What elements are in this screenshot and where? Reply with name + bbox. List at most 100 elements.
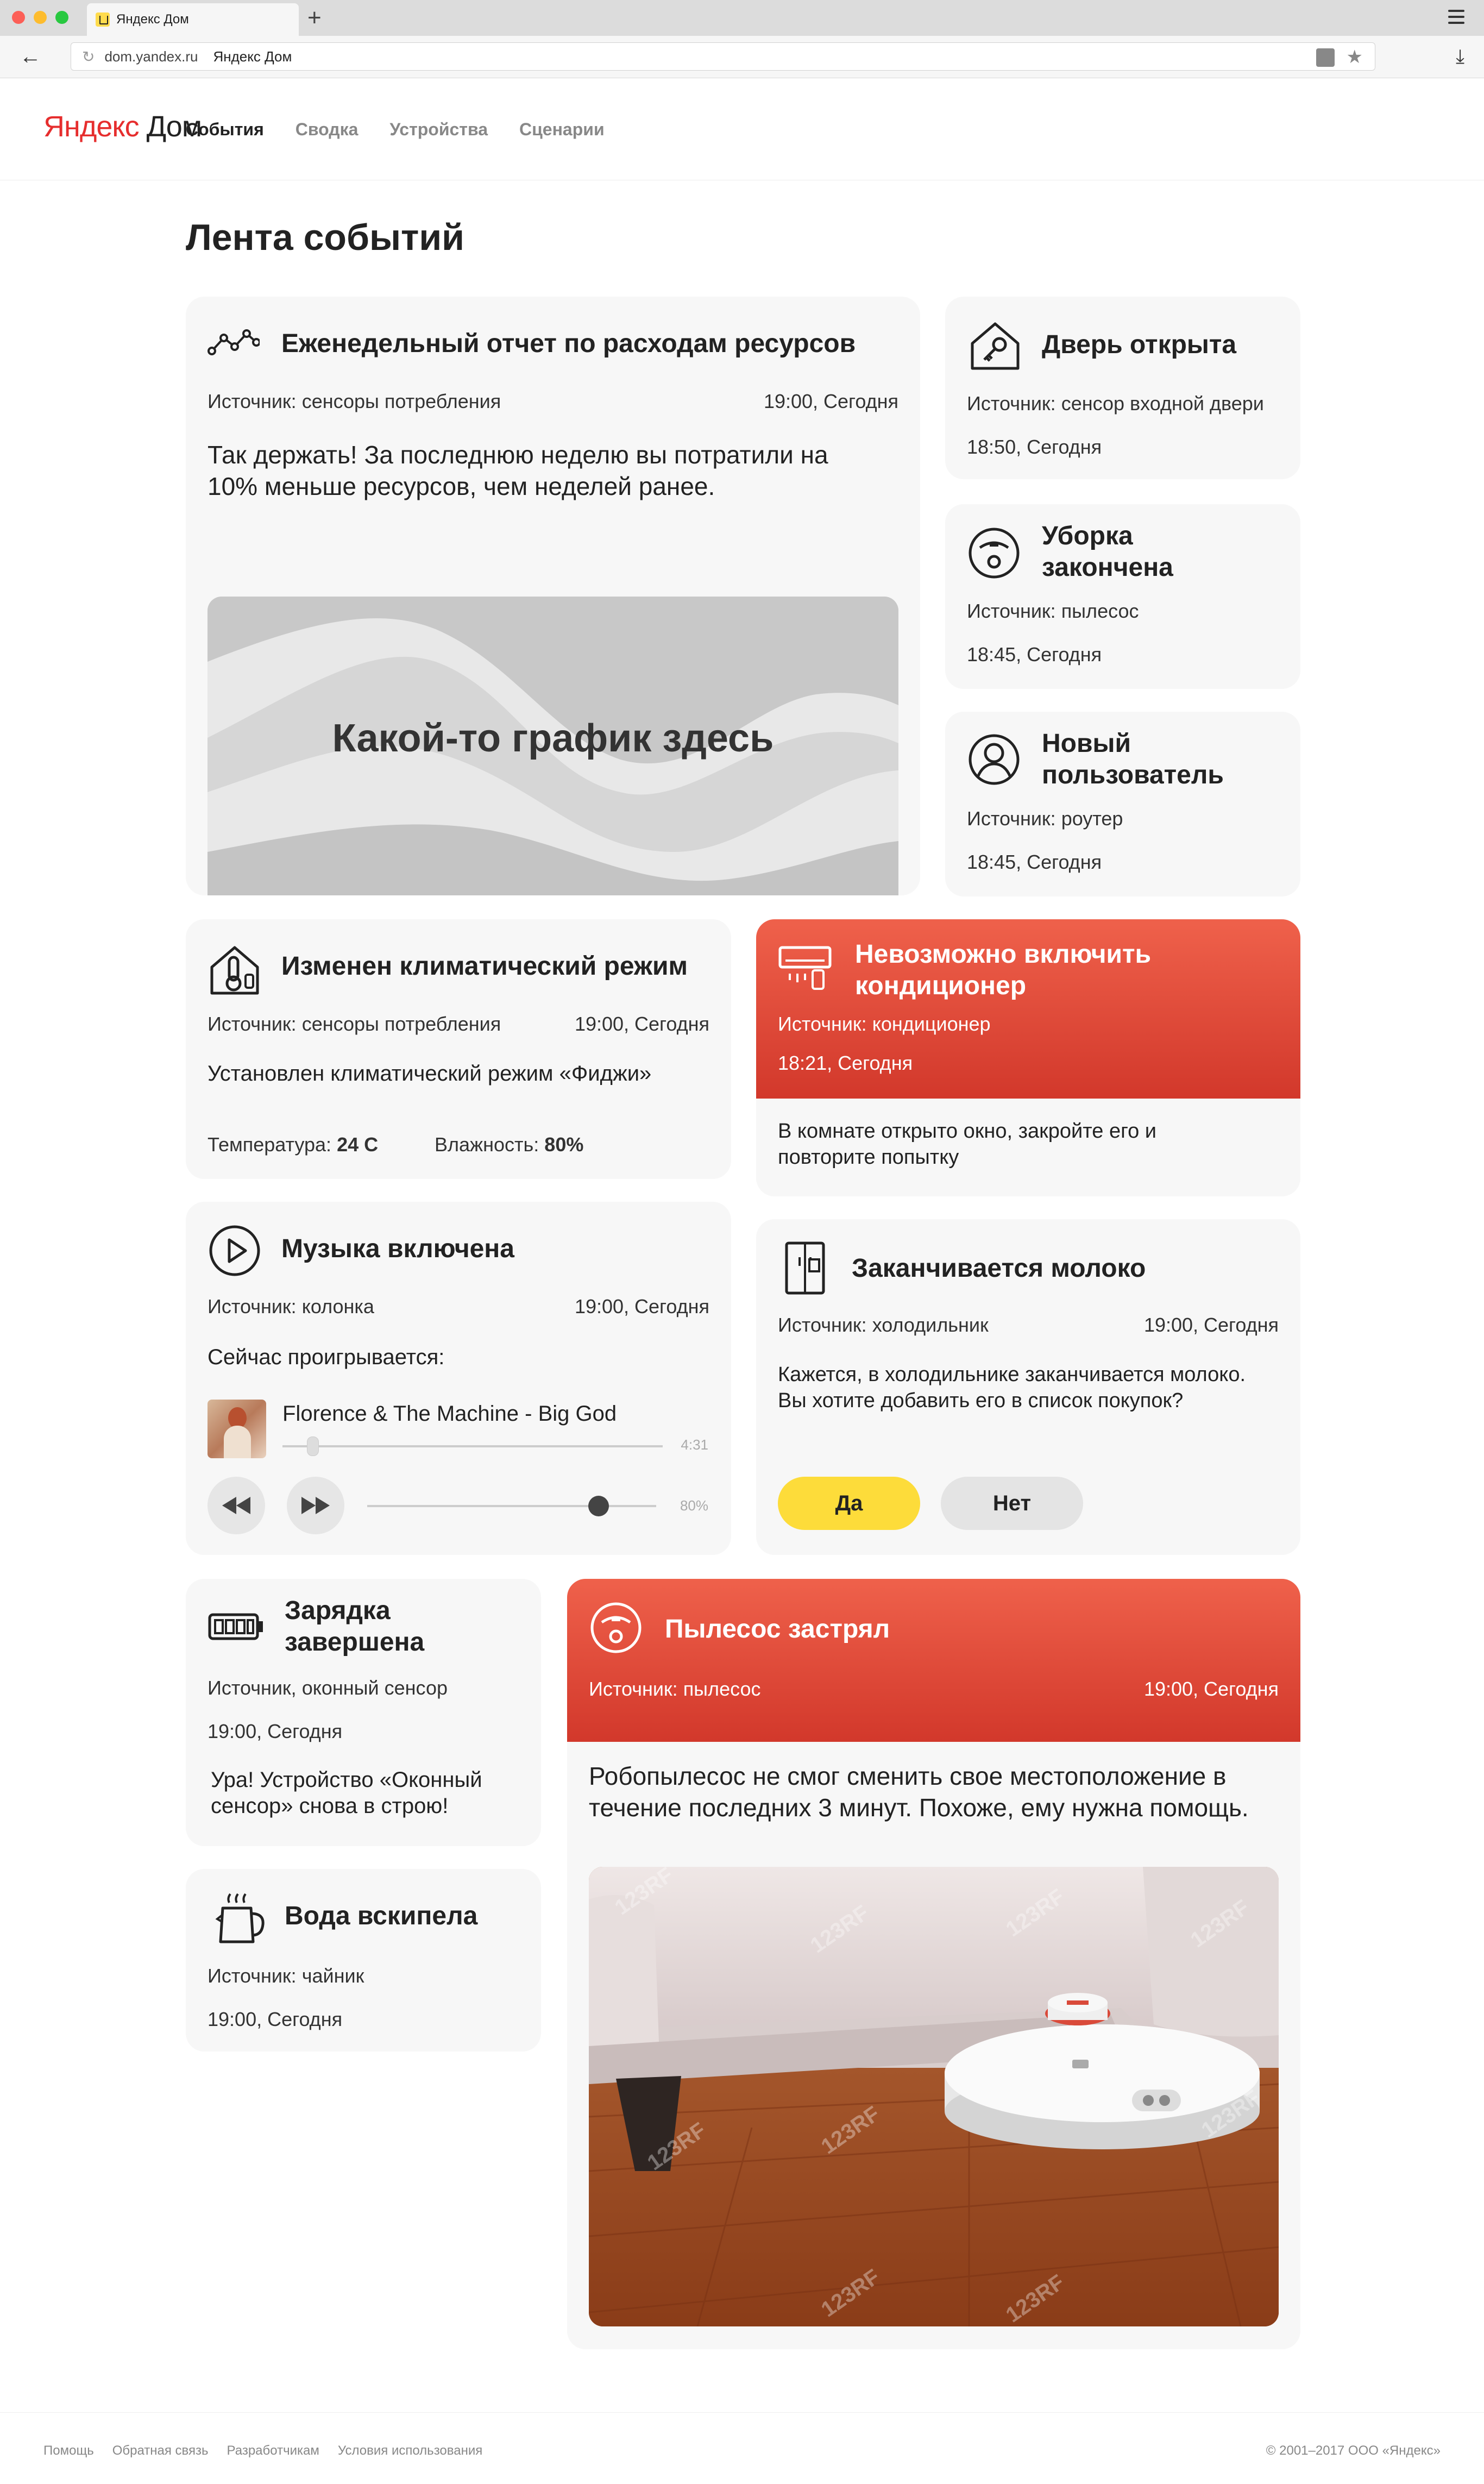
footer-link-developers[interactable]: Разработчикам: [227, 2443, 319, 2458]
temperature-readout: Температура: 24 C: [207, 1133, 378, 1156]
volume-slider[interactable]: [367, 1496, 656, 1516]
address-bar[interactable]: ↻ dom.yandex.ru Яндекс Дом ★: [71, 42, 1375, 71]
card-time: 18:45, Сегодня: [967, 851, 1102, 873]
user-icon: [967, 732, 1021, 787]
track-duration: 4:31: [681, 1437, 708, 1453]
card-source: Источник: кондиционер: [778, 1013, 991, 1035]
humidity-readout: Влажность: 80%: [435, 1133, 583, 1156]
hamburger-menu-icon[interactable]: [1448, 10, 1464, 24]
card-source: Источник: чайник: [207, 1965, 364, 1987]
card-title: Еженедельный отчет по расходам ресурсов: [281, 329, 856, 358]
vacuum-stuck-card[interactable]: Пылесос застрял Источник: пылесос 19:00,…: [567, 1579, 1300, 2349]
download-icon[interactable]: ⤓: [1456, 43, 1464, 70]
card-title: Зарядка завершена: [285, 1596, 425, 1657]
kettle-card[interactable]: Вода вскипела Источник: чайник 19:00, Се…: [186, 1869, 541, 2052]
footer-link-help[interactable]: Помощь: [43, 2443, 94, 2458]
footer-link-feedback[interactable]: Обратная связь: [112, 2443, 209, 2458]
card-time: 19:00, Сегодня: [207, 2008, 343, 2030]
bookmark-star-icon[interactable]: ★: [1347, 46, 1363, 68]
card-time: 19:00, Сегодня: [207, 1720, 343, 1742]
back-arrow-icon[interactable]: ←: [20, 43, 41, 70]
maximize-window-button[interactable]: [55, 11, 68, 24]
close-window-button[interactable]: [12, 11, 25, 24]
nav-item-devices[interactable]: Устройства: [389, 120, 488, 140]
card-text: Так держать! За последнюю неделю вы потр…: [207, 441, 828, 500]
stuck-vacuum-photo: 123RF 123RF 123RF 123RF 123RF 123RF 123R…: [589, 1867, 1279, 2326]
ac-error-card[interactable]: Невозможно включить кондиционер Источник…: [756, 919, 1300, 1196]
track-title: Florence & The Machine - Big God: [282, 1402, 617, 1426]
main-nav: События Сводка Устройства Сценарии: [186, 120, 605, 140]
card-time: 18:50, Сегодня: [967, 436, 1102, 458]
house-key-icon: [967, 319, 1023, 372]
volume-slider-thumb[interactable]: [588, 1496, 609, 1516]
rewind-button[interactable]: [207, 1477, 265, 1534]
fridge-icon: [783, 1241, 827, 1295]
kettle-icon: [213, 1891, 267, 1945]
house-thermometer-icon: [207, 944, 262, 996]
tab-title: Яндекс Дом: [116, 12, 189, 27]
air-conditioner-icon: [778, 943, 832, 992]
card-title: Уборка закончена: [1042, 522, 1173, 582]
footer-links: Помощь Обратная связь Разработчикам Усло…: [43, 2443, 482, 2458]
card-time: 18:45, Сегодня: [967, 643, 1102, 666]
minimize-window-button[interactable]: [34, 11, 47, 24]
card-time: 19:00, Сегодня: [1143, 1314, 1279, 1336]
page-title: Лента событий: [186, 217, 464, 258]
battery-full-icon: [207, 1611, 264, 1642]
card-time: 19:00, Сегодня: [1143, 1678, 1279, 1700]
card-source: Источник: холодильник: [778, 1314, 989, 1336]
yes-button[interactable]: Да: [778, 1477, 920, 1530]
lock-icon[interactable]: [1316, 48, 1335, 67]
temperature-value: 24 C: [337, 1133, 379, 1156]
card-time: 18:21, Сегодня: [778, 1052, 913, 1074]
nav-item-scenarios[interactable]: Сценарии: [519, 120, 605, 140]
temperature-label: Температура:: [207, 1133, 332, 1156]
card-source: Источник: пылесос: [967, 600, 1139, 622]
new-user-card[interactable]: Новый пользователь Источник: роутер 18:4…: [945, 712, 1300, 896]
music-card[interactable]: Музыка включена Источник: колонка 19:00,…: [186, 1202, 731, 1555]
card-source: Источник: пылесос: [589, 1678, 761, 1700]
nav-item-summary[interactable]: Сводка: [295, 120, 359, 140]
charging-done-card[interactable]: Зарядка завершена Источник, оконный сенс…: [186, 1579, 541, 1846]
card-title: Музыка включена: [281, 1234, 514, 1263]
card-time: 19:00, Сегодня: [763, 390, 898, 412]
card-time: 19:00, Сегодня: [574, 1013, 709, 1035]
humidity-label: Влажность:: [435, 1133, 539, 1156]
reload-icon[interactable]: ↻: [82, 48, 95, 66]
cleaning-done-card[interactable]: Уборка закончена Источник: пылесос 18:45…: [945, 504, 1300, 689]
footer-link-terms[interactable]: Условия использования: [338, 2443, 482, 2458]
nav-item-events[interactable]: События: [186, 120, 264, 140]
site-footer: Помощь Обратная связь Разработчикам Усло…: [0, 2412, 1484, 2484]
door-open-card[interactable]: Дверь открыта Источник: сенсор входной д…: [945, 297, 1300, 479]
card-title: Невозможно включить кондиционер: [855, 940, 1151, 1000]
card-title: Пылесос застрял: [665, 1615, 890, 1644]
weekly-report-card[interactable]: Еженедельный отчет по расходам ресурсов …: [186, 297, 920, 895]
card-source: Источник, оконный сенсор: [207, 1677, 448, 1699]
yandex-dom-logo[interactable]: Яндекс Дом: [43, 110, 202, 143]
milk-card[interactable]: Заканчивается молоко Источник: холодильн…: [756, 1219, 1300, 1555]
chart-placeholder-label: Какой-то график здесь: [332, 717, 774, 760]
browser-tab[interactable]: Яндекс Дом: [87, 3, 299, 36]
climate-mode-card[interactable]: Изменен климатический режим Источник: се…: [186, 919, 731, 1179]
logo-brand: Яндекс: [43, 110, 140, 143]
card-text: Робопылесос не смог сменить свое местопо…: [589, 1762, 1249, 1822]
track-progress-thumb[interactable]: [307, 1437, 319, 1456]
card-title: Заканчивается молоко: [852, 1254, 1146, 1283]
card-source: Источник: колонка: [207, 1295, 374, 1318]
site-header: Яндекс Дом События Сводка Устройства Сце…: [0, 78, 1484, 180]
robot-vacuum-icon: [589, 1601, 643, 1655]
new-tab-icon[interactable]: +: [307, 4, 322, 32]
card-text: Кажется, в холодильнике заканчивается мо…: [778, 1363, 1246, 1412]
fast-forward-button[interactable]: [287, 1477, 344, 1534]
card-title: Новый пользователь: [1042, 729, 1224, 789]
url-page-title: Яндекс Дом: [213, 48, 292, 65]
yandex-home-favicon-icon: [96, 12, 110, 27]
card-time: 19:00, Сегодня: [574, 1295, 709, 1318]
now-playing-label: Сейчас проигрывается:: [207, 1345, 445, 1369]
no-button[interactable]: Нет: [941, 1477, 1083, 1530]
card-source: Источник: сенсоры потребления: [207, 390, 501, 412]
browser-navbar: ← ↻ dom.yandex.ru Яндекс Дом ★ ⤓: [0, 36, 1484, 78]
browser-chrome: Яндекс Дом + ← ↻ dom.yandex.ru Яндекс До…: [0, 0, 1484, 78]
card-title: Дверь открыта: [1042, 330, 1237, 359]
track-progress-bar[interactable]: [282, 1437, 663, 1456]
